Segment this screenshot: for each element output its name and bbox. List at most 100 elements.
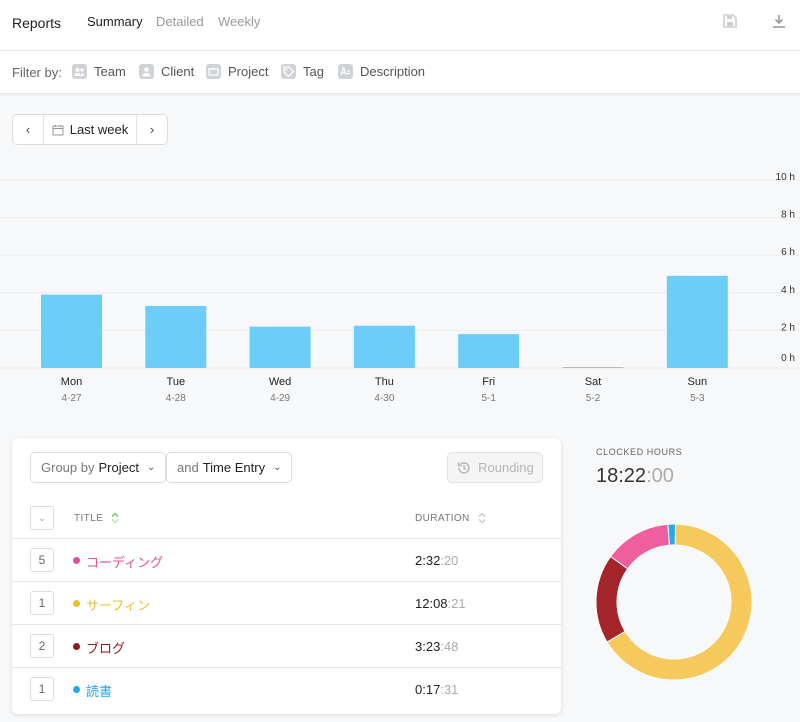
table-row[interactable]: 1 サーフィン 12:08:21 — [12, 582, 561, 625]
y-tick-label: 4 h — [781, 285, 795, 296]
team-icon — [72, 64, 87, 79]
expand-all-toggle[interactable]: ⌄ — [30, 506, 54, 530]
filter-by-label: Filter by: — [12, 65, 62, 80]
duration-column-header[interactable]: DURATION — [415, 512, 488, 524]
project-icon — [206, 64, 221, 79]
title-column-label: TITLE — [74, 512, 104, 524]
title-column-header[interactable]: TITLE — [74, 512, 121, 524]
history-icon — [457, 461, 470, 474]
bar-fri — [458, 334, 520, 368]
bar-tue — [145, 305, 207, 368]
next-week-button[interactable]: › — [137, 115, 167, 144]
date-label: 5-2 — [586, 393, 601, 404]
donut-slice — [595, 555, 629, 643]
duration-main: 0:17 — [415, 682, 441, 697]
y-tick-label: 6 h — [781, 247, 795, 258]
duration-main: 12:08 — [415, 596, 448, 611]
tab-detailed[interactable]: Detailed — [156, 14, 204, 29]
top-bar: Reports Summary Detailed Weekly — [0, 0, 800, 51]
entry-count[interactable]: 1 — [30, 591, 54, 615]
date-label: 4-29 — [270, 393, 290, 404]
project-duration: 12:08:21 — [415, 596, 466, 611]
filter-client-label: Client — [161, 64, 195, 79]
bar-wed — [249, 326, 311, 368]
filter-description[interactable]: Description — [338, 64, 425, 79]
project-color-dot — [73, 557, 80, 564]
tag-icon — [281, 64, 296, 79]
date-range-picker: ‹ Last week › — [12, 114, 168, 145]
day-label: Wed — [269, 376, 291, 388]
y-tick-label: 0 h — [781, 353, 795, 364]
entry-count[interactable]: 2 — [30, 634, 54, 658]
filter-project[interactable]: Project — [206, 64, 268, 79]
duration-column-label: DURATION — [415, 512, 470, 524]
date-range-label: Last week — [69, 122, 129, 137]
group-by-dropdown[interactable]: Group by Project ⌄ — [30, 452, 167, 483]
rounding-button[interactable]: Rounding — [447, 452, 543, 483]
donut-slice — [667, 523, 677, 546]
save-icon[interactable] — [722, 13, 740, 31]
client-icon — [139, 64, 154, 79]
table-row[interactable]: 1 読書 0:17:31 — [12, 668, 561, 711]
and-by-dropdown[interactable]: and Time Entry ⌄ — [166, 452, 293, 483]
project-color-dot — [73, 686, 80, 693]
project-name: サーフィン — [86, 598, 150, 613]
group-by-value: Project — [98, 460, 139, 475]
tab-weekly[interactable]: Weekly — [218, 14, 260, 29]
clocked-hours-seconds: :00 — [646, 465, 674, 487]
entry-count[interactable]: 1 — [30, 677, 54, 701]
entry-count[interactable]: 5 — [30, 548, 54, 572]
day-label: Mon — [61, 376, 82, 388]
summary-table-panel: Group by Project ⌄ and Time Entry ⌄ Roun… — [12, 438, 561, 714]
tab-summary[interactable]: Summary — [87, 14, 143, 29]
calendar-icon — [52, 124, 64, 135]
date-label: 5-1 — [481, 393, 496, 404]
donut-slice — [609, 523, 671, 570]
table-row[interactable]: 2 ブログ 3:23:48 — [12, 625, 561, 668]
group-by-prefix: Group by — [41, 460, 95, 475]
day-label: Tue — [167, 376, 186, 388]
project-color-dot — [73, 600, 80, 607]
clocked-hours-value: 18:22:00 — [596, 465, 674, 488]
chevron-down-icon: ⌄ — [273, 462, 282, 473]
chevron-down-icon: ⌄ — [146, 462, 156, 473]
table-row[interactable]: 5 コーディング 2:32:20 — [12, 539, 561, 582]
bar-thu — [353, 325, 415, 368]
and-by-prefix: and — [177, 460, 199, 475]
project-name: ブログ — [86, 641, 126, 656]
bar-sat — [562, 367, 624, 368]
page-title: Reports — [12, 15, 62, 31]
date-range-button[interactable]: Last week — [43, 115, 137, 144]
y-tick-label: 8 h — [781, 210, 795, 221]
date-label: 4-28 — [166, 393, 186, 404]
project-donut-chart — [595, 523, 753, 681]
table-header: ⌄ TITLE DURATION — [12, 500, 561, 539]
clocked-hours-label: CLOCKED HOURS — [596, 447, 683, 457]
project-duration: 0:17:31 — [415, 682, 458, 697]
filter-tag-label: Tag — [303, 64, 324, 79]
previous-week-button[interactable]: ‹ — [13, 115, 43, 144]
y-tick-label: 2 h — [781, 322, 795, 333]
filter-tag[interactable]: Tag — [281, 64, 324, 79]
project-color-dot — [73, 643, 80, 650]
date-label: 4-27 — [61, 393, 81, 404]
project-duration: 2:32:20 — [415, 553, 458, 568]
duration-seconds: :48 — [440, 639, 459, 654]
filter-client[interactable]: Client — [139, 64, 194, 79]
duration-seconds: :31 — [440, 682, 459, 697]
project-name: コーディング — [86, 555, 164, 570]
filter-team-label: Team — [94, 64, 126, 79]
filter-team[interactable]: Team — [72, 64, 126, 79]
sort-icon — [111, 512, 119, 524]
daily-hours-bar-chart: 10 h 8 h 6 h 4 h 2 h 0 h Mon 4-27 Tue 4-28 Wed 4-29… — [0, 172, 800, 404]
download-icon[interactable] — [771, 13, 789, 31]
date-label: 4-30 — [374, 393, 394, 404]
project-name: 読書 — [86, 684, 113, 699]
duration-seconds: :20 — [440, 553, 459, 568]
duration-seconds: :21 — [447, 596, 466, 611]
day-label: Thu — [375, 376, 394, 388]
day-label: Sun — [688, 376, 708, 388]
rounding-label: Rounding — [478, 460, 534, 475]
sort-icon — [478, 512, 486, 524]
filter-bar: Filter by: Team Client Project Tag Descr… — [0, 51, 800, 94]
